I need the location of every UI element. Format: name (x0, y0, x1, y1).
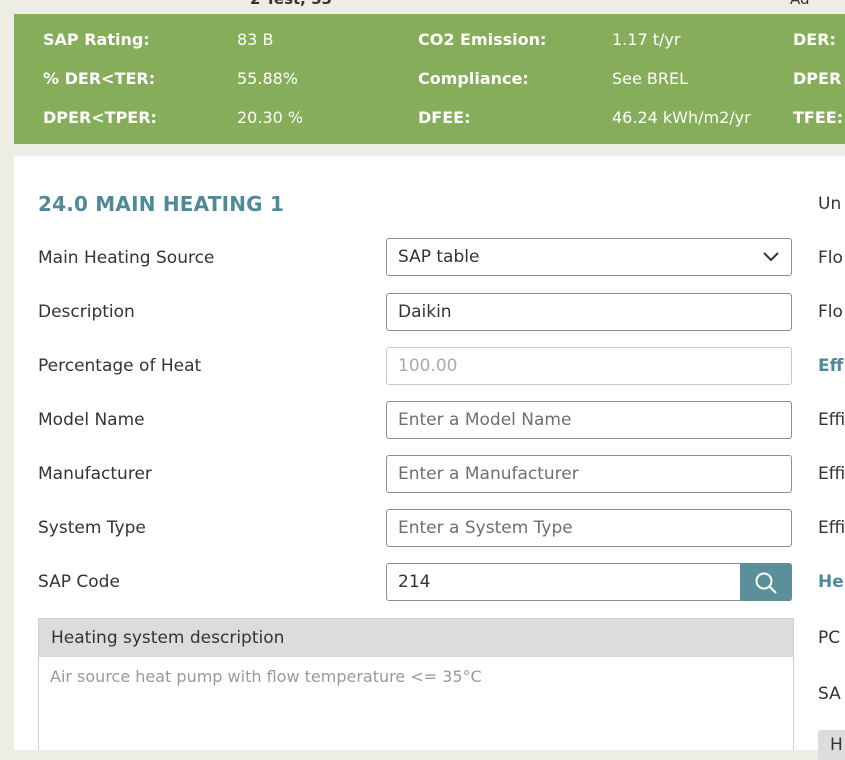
side-label-2: Flo (818, 248, 843, 268)
dper-tper-label: DPER<TPER: (43, 108, 157, 127)
compliance-label: Compliance: (418, 69, 529, 88)
side-label-5: Effi (818, 410, 845, 430)
side-label-3: Flo (818, 302, 843, 322)
dper-label: DPER (793, 69, 842, 88)
section-title: 24.0 MAIN HEATING 1 (38, 192, 285, 216)
side-header-block: H (818, 730, 845, 760)
sap-code-search-button[interactable] (740, 563, 792, 601)
side-label-9: PC (818, 628, 841, 648)
sap-code-label: SAP Code (38, 572, 120, 592)
heating-system-description-header: Heating system description (39, 619, 793, 657)
model-name-label: Model Name (38, 410, 145, 430)
der-ter-value: 55.88% (237, 69, 299, 88)
der-label: DER: (793, 30, 836, 49)
sap-rating-value: 83 B (237, 30, 274, 49)
side-section-title-2: He (818, 572, 844, 592)
model-name-input[interactable]: Enter a Model Name (386, 401, 792, 439)
side-label-6: Effi (818, 464, 845, 484)
tfee-label: TFEE: (793, 108, 844, 127)
heating-system-description-box: Heating system description Air source he… (38, 618, 794, 750)
header-action[interactable]: Ad (790, 0, 810, 8)
search-icon (755, 572, 777, 594)
percentage-of-heat-label: Percentage of Heat (38, 356, 202, 376)
side-label-7: Effi (818, 518, 845, 538)
side-label-1: Un (818, 194, 842, 214)
main-heating-source-label: Main Heating Source (38, 248, 215, 268)
manufacturer-input[interactable]: Enter a Manufacturer (386, 455, 792, 493)
results-summary-bar: SAP Rating: 83 B CO2 Emission: 1.17 t/yr… (14, 14, 845, 144)
percentage-of-heat-input: 100.00 (386, 347, 792, 385)
dfee-label: DFEE: (418, 108, 471, 127)
manufacturer-label: Manufacturer (38, 464, 152, 484)
main-heating-panel: 24.0 MAIN HEATING 1 Main Heating Source … (14, 156, 845, 760)
co2-emission-label: CO2 Emission: (418, 30, 547, 49)
main-heating-source-select[interactable]: SAP table (386, 238, 792, 276)
dfee-value: 46.24 kWh/m2/yr (612, 108, 751, 127)
heating-system-description-text[interactable]: Air source heat pump with flow temperatu… (39, 657, 793, 696)
sap-rating-label: SAP Rating: (43, 30, 150, 49)
co2-emission-value: 1.17 t/yr (612, 30, 681, 49)
sap-code-value: 214 (398, 572, 431, 592)
compliance-value[interactable]: See BREL (612, 69, 688, 88)
system-type-input[interactable]: Enter a System Type (386, 509, 792, 547)
sap-code-input[interactable]: 214 (386, 563, 792, 601)
address-title: 2 Test, 53 (250, 0, 332, 8)
side-section-title-1: Eff (818, 356, 844, 376)
der-ter-label: % DER<TER: (43, 69, 156, 88)
dper-tper-value: 20.30 % (237, 108, 304, 127)
main-heating-source-value: SAP table (398, 247, 480, 267)
system-type-label: System Type (38, 518, 146, 538)
top-header-strip: 2 Test, 53 Ad (0, 0, 845, 14)
description-label: Description (38, 302, 135, 322)
description-input[interactable]: Daikin (386, 293, 792, 331)
side-label-10: SA (818, 684, 841, 704)
chevron-down-icon (763, 252, 779, 262)
